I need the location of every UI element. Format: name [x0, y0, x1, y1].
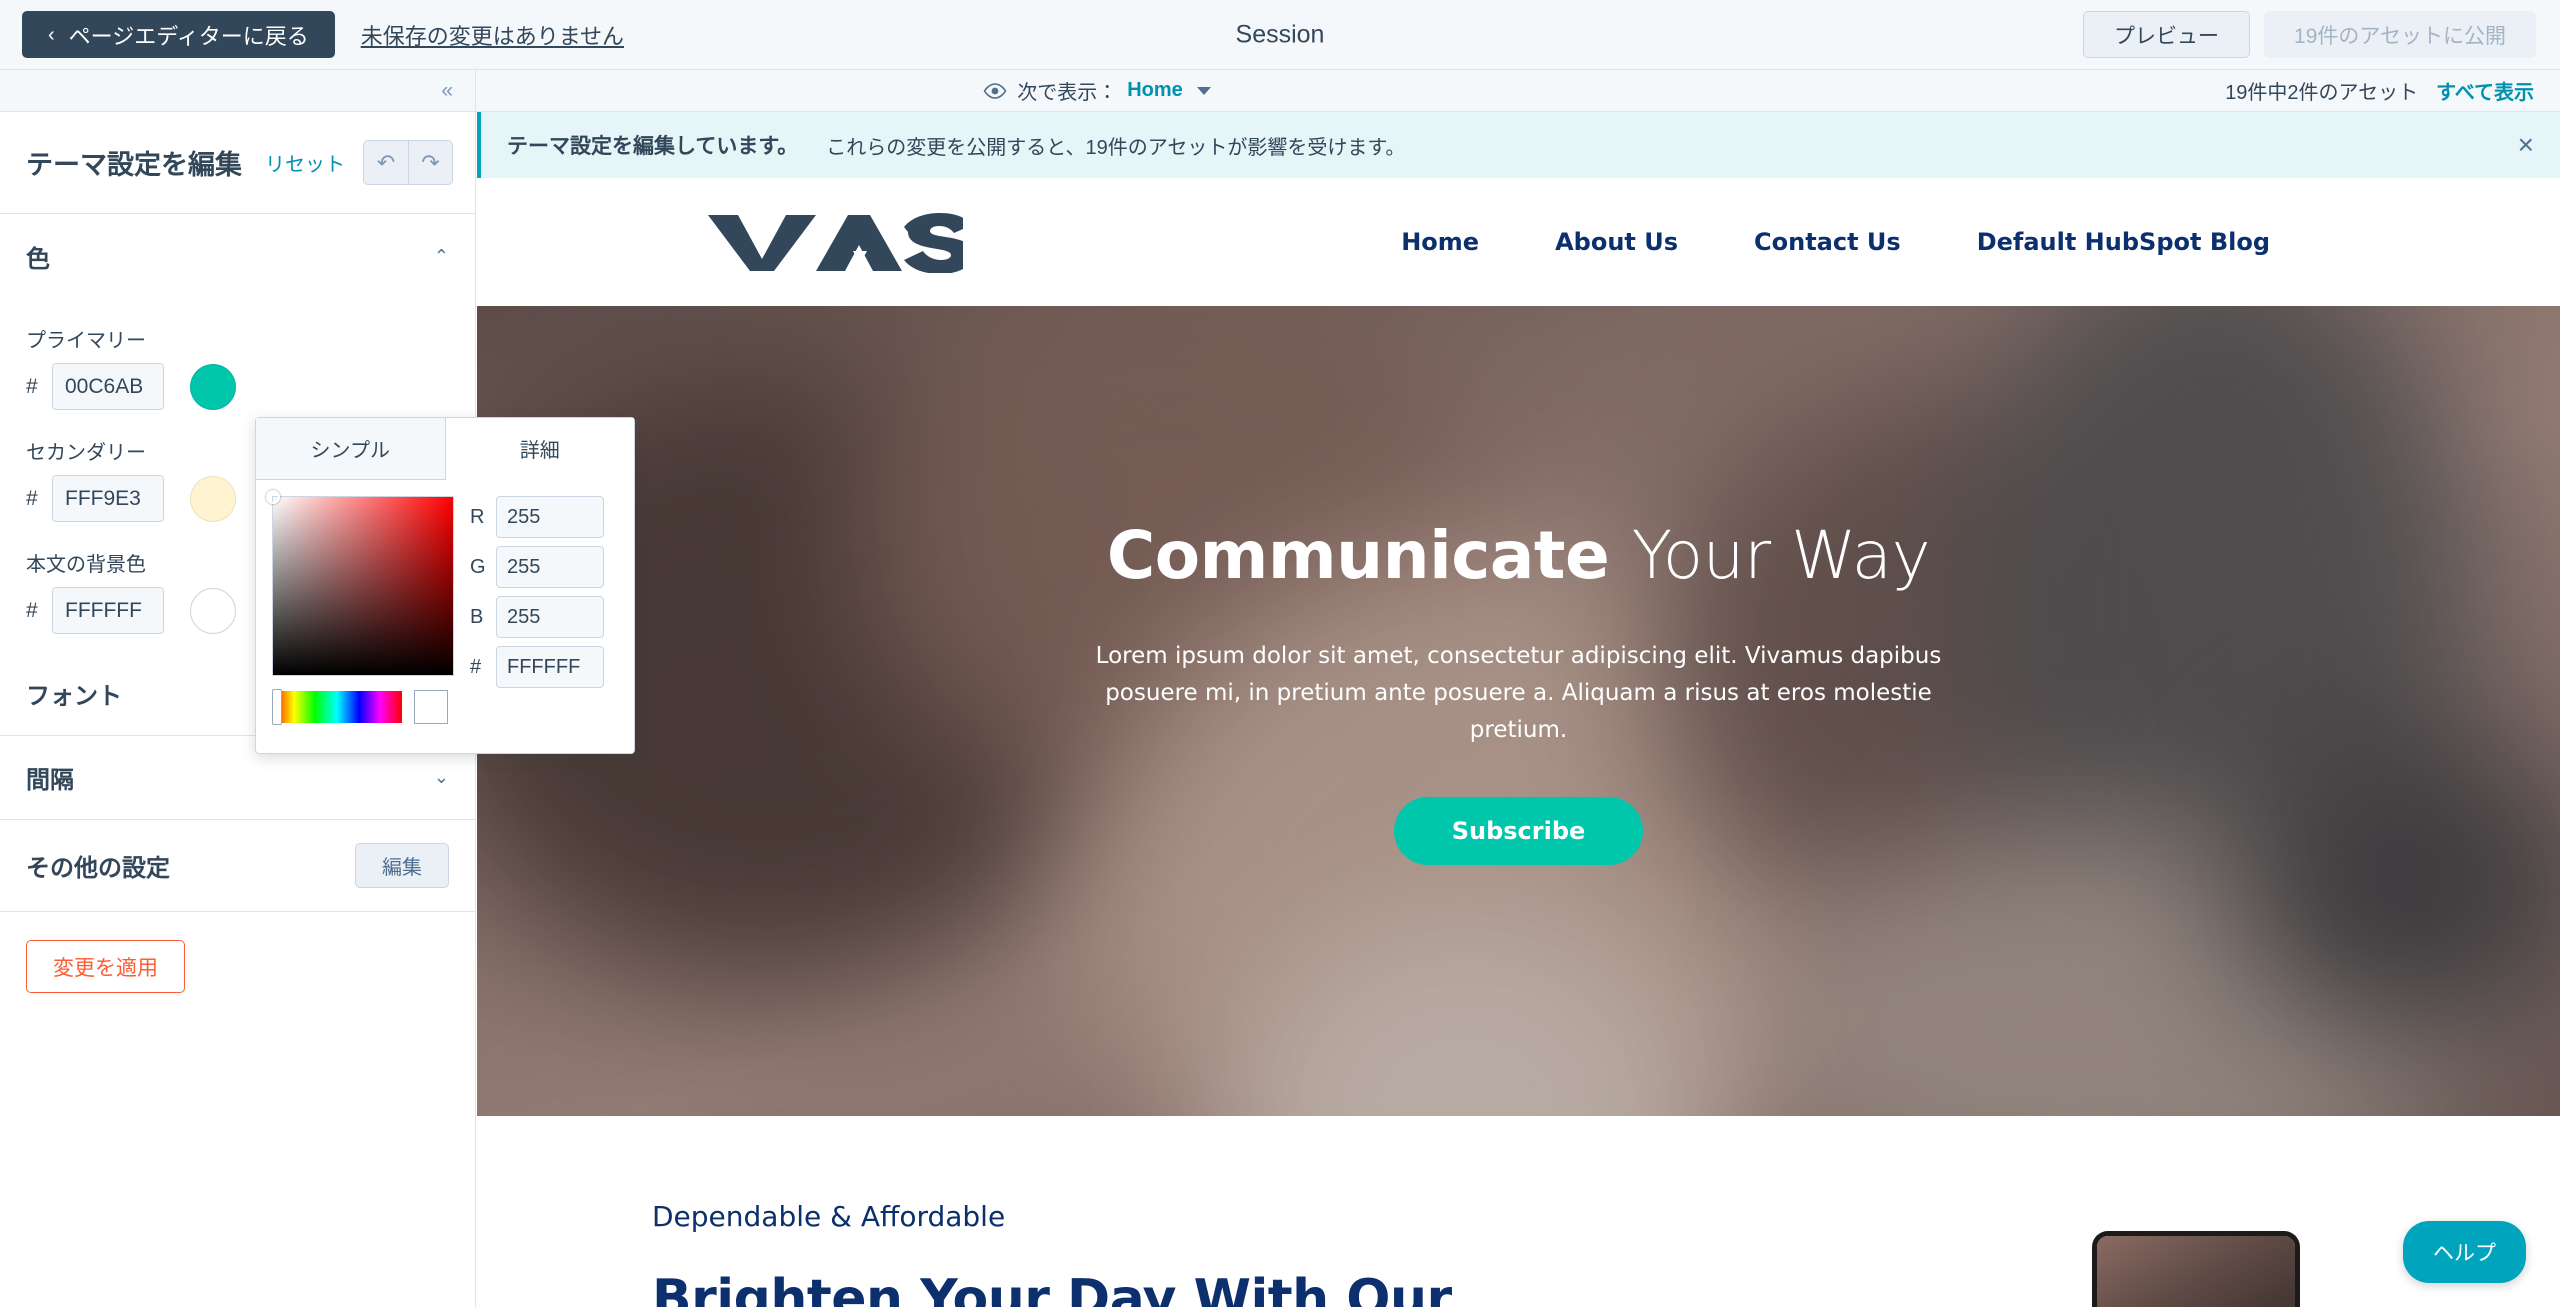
top-toolbar-actions: プレビュー 19件のアセットに公開 — [2083, 11, 2536, 58]
chevron-down-icon[interactable] — [1196, 86, 1211, 95]
color-field-primary: プライマリー # — [26, 324, 449, 410]
assets-info: 19件中2件のアセット すべて表示 — [2225, 76, 2534, 105]
hue-row — [272, 689, 454, 725]
nav-link-home[interactable]: Home — [1401, 228, 1479, 256]
rgb-row-g: G — [470, 546, 604, 588]
color-picker-body: R G B # — [256, 480, 634, 740]
color-swatch-body-background[interactable] — [190, 587, 236, 634]
back-to-page-editor-button[interactable]: ‹ ページエディターに戻る — [22, 11, 335, 58]
chevron-up-icon: ⌃ — [433, 245, 449, 266]
lower-section: Dependable & Affordable Brighten Your Da… — [477, 1116, 2560, 1307]
chevron-left-icon: ‹ — [48, 23, 55, 46]
show-all-assets-link[interactable]: すべて表示 — [2436, 76, 2534, 105]
subscribe-button[interactable]: Subscribe — [1393, 797, 1644, 866]
phone-screen — [2097, 1236, 2295, 1307]
hex-input-secondary[interactable] — [52, 475, 164, 522]
banner-strong-text: テーマ設定を編集しています。 — [507, 135, 799, 158]
hash-prefix-primary: # — [26, 374, 38, 398]
rgb-label-hex: # — [470, 655, 482, 678]
color-preview-swatch — [414, 690, 448, 724]
edit-other-settings-button[interactable]: 編集 — [355, 843, 449, 888]
hero-title: Communicate Your Way — [1106, 516, 1931, 594]
rgb-label-r: R — [470, 505, 485, 528]
section-label-font: フォント — [26, 683, 122, 710]
rgb-input-r[interactable] — [496, 496, 604, 538]
saturation-handle[interactable] — [266, 490, 280, 504]
chevron-down-icon-spacing: ⌄ — [433, 767, 449, 787]
top-toolbar: ‹ ページエディターに戻る 未保存の変更はありません Session プレビュー… — [0, 0, 2560, 70]
undo-icon[interactable]: ↶ — [363, 140, 408, 185]
apply-changes-wrapper: 変更を適用 — [0, 912, 475, 1021]
nav-link-about-us[interactable]: About Us — [1555, 228, 1678, 256]
section-header-other: その他の設定 編集 — [0, 820, 475, 912]
undo-redo-group: ↶ ↷ — [363, 140, 453, 185]
section-label-other: その他の設定 — [26, 855, 170, 882]
help-button[interactable]: ヘルプ — [2403, 1221, 2526, 1283]
color-picker-popover: シンプル 詳細 R G B — [255, 417, 635, 754]
hero-content: Communicate Your Way Lorem ipsum dolor s… — [477, 306, 2560, 1116]
phone-mockup-image — [2092, 1231, 2300, 1307]
section-label-spacing: 間隔 — [26, 767, 74, 794]
rgb-row-b: B — [470, 596, 604, 638]
section-header-color[interactable]: 色 ⌃ — [0, 214, 475, 298]
color-picker-left — [266, 490, 454, 725]
rgb-label-g: G — [470, 555, 486, 578]
color-swatch-primary[interactable] — [190, 363, 236, 410]
hero-title-bold: Communicate — [1106, 516, 1610, 594]
preview-button[interactable]: プレビュー — [2083, 11, 2251, 58]
redo-icon[interactable]: ↷ — [408, 140, 453, 185]
nav-link-contact-us[interactable]: Contact Us — [1754, 228, 1901, 256]
saturation-value-square[interactable] — [266, 490, 454, 676]
apply-changes-button[interactable]: 変更を適用 — [26, 940, 185, 993]
hue-slider[interactable] — [272, 689, 402, 725]
unsaved-changes-link[interactable]: 未保存の変更はありません — [361, 19, 624, 51]
hash-prefix-body-background: # — [26, 598, 38, 622]
editing-theme-banner: テーマ設定を編集しています。 これらの変更を公開すると、19件のアセットが影響を… — [477, 112, 2560, 178]
section-label-color: 色 — [26, 245, 50, 273]
view-as-control[interactable]: 次で表示： Home — [983, 76, 1211, 105]
hex-input-primary[interactable] — [52, 363, 164, 410]
publish-assets-button[interactable]: 19件のアセットに公開 — [2264, 11, 2536, 58]
back-button-label: ページエディターに戻る — [68, 23, 309, 49]
nav-link-default-hubspot-blog[interactable]: Default HubSpot Blog — [1977, 228, 2270, 256]
reset-link[interactable]: リセット — [265, 148, 345, 177]
hash-prefix-secondary: # — [26, 486, 38, 510]
eye-icon — [983, 82, 1007, 99]
sidebar-title: テーマ設定を編集 — [26, 150, 242, 180]
rgb-label-b: B — [470, 605, 484, 628]
rgb-row-r: R — [470, 496, 604, 538]
view-as-label: 次で表示： — [1017, 82, 1118, 104]
site-preview-canvas: Home About Us Contact Us Default HubSpot… — [477, 178, 2560, 1307]
color-picker-tabs: シンプル 詳細 — [256, 418, 634, 480]
color-swatch-secondary[interactable] — [190, 475, 236, 522]
hero-section: Communicate Your Way Lorem ipsum dolor s… — [477, 306, 2560, 1116]
color-picker-inputs: R G B # — [470, 496, 604, 724]
hero-title-light: Your Way — [1631, 516, 1931, 594]
lower-eyebrow: Dependable & Affordable — [652, 1200, 1006, 1233]
sidebar-header: テーマ設定を編集 リセット ↶ ↷ — [0, 112, 475, 214]
banner-body-text: これらの変更を公開すると、19件のアセットが影響を受けます。 — [826, 136, 1406, 159]
tab-simple[interactable]: シンプル — [256, 418, 446, 480]
view-as-value[interactable]: Home — [1127, 79, 1183, 102]
tab-advanced[interactable]: 詳細 — [445, 418, 634, 480]
sub-toolbar: « 次で表示： Home 19件中2件のアセット すべて表示 — [0, 70, 2560, 112]
collapse-sidebar-button[interactable]: « — [0, 70, 476, 111]
rgb-input-g[interactable] — [496, 546, 604, 588]
hex-input-body-background[interactable] — [52, 587, 164, 634]
rgb-input-hex[interactable] — [496, 646, 604, 688]
color-field-label-primary: プライマリー — [26, 330, 146, 352]
rgb-row-hex: # — [470, 646, 604, 688]
hue-slider-handle[interactable] — [272, 689, 282, 725]
assets-count-label: 19件中2件のアセット — [2225, 82, 2419, 104]
site-logo[interactable] — [708, 211, 963, 273]
site-nav-links: Home About Us Contact Us Default HubSpot… — [1401, 228, 2270, 256]
hero-subtitle: Lorem ipsum dolor sit amet, consectetur … — [1095, 642, 1942, 744]
close-icon[interactable]: × — [2518, 131, 2534, 159]
rgb-input-b[interactable] — [496, 596, 604, 638]
site-navigation-bar: Home About Us Contact Us Default HubSpot… — [477, 178, 2560, 306]
